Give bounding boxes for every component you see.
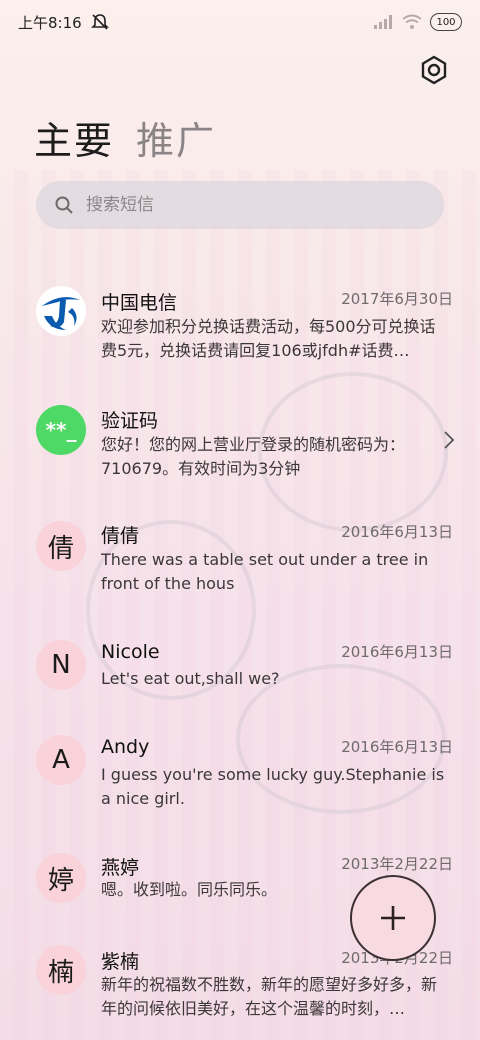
search-icon [55, 196, 73, 214]
new-message-button[interactable] [350, 875, 436, 961]
wifi-icon [402, 14, 422, 29]
message-preview: I guess you're some lucky guy.Stephanie … [101, 765, 445, 808]
tab-primary[interactable]: 主要 [34, 110, 114, 165]
conversation-item[interactable]: 倩 倩倩 2016年6月13日 There was a table set ou… [0, 518, 480, 628]
chevron-right-icon[interactable] [442, 430, 456, 450]
conversation-item[interactable]: A Andy 2016年6月13日 I guess you're some lu… [0, 733, 480, 843]
message-preview: 欢迎参加积分兑换话费活动，每500分可兑换话费5元，兑换话费请回复106或jfd… [101, 317, 436, 360]
contact-name: 燕婷 [101, 857, 140, 879]
contact-avatar: 婷 [36, 853, 86, 903]
message-preview: 新年的祝福数不胜数，新年的愿望好多好多，新年的问候依旧美好，在这个温馨的时刻，… [101, 975, 438, 1018]
message-preview: 您好！您的网上营业厅登录的随机密码为：710679。有效时间为3分钟 [101, 435, 406, 478]
signal-icon [374, 15, 392, 29]
telecom-logo-icon [36, 286, 86, 336]
battery-level: 100 [436, 16, 456, 28]
search-bar[interactable] [36, 181, 444, 229]
contact-name: 紫楠 [101, 951, 140, 973]
plus-icon [381, 906, 405, 930]
message-date: 2017年6月30日 [341, 290, 453, 308]
settings-gear-icon[interactable] [418, 54, 450, 86]
status-time: 上午8:16 [18, 13, 82, 32]
message-preview: Let's eat out,shall we? [101, 669, 280, 688]
battery-icon: 100 [430, 13, 462, 31]
contact-name: Andy [101, 736, 150, 758]
tab-bar: 主要 推广 [34, 110, 216, 165]
message-date: 2016年6月13日 [341, 643, 453, 661]
contact-name: Nicole [101, 641, 160, 663]
contact-avatar: 倩 [36, 521, 86, 571]
conversation-item[interactable]: 中国电信 2017年6月30日 欢迎参加积分兑换话费活动，每500分可兑换话费5… [0, 268, 480, 378]
contact-avatar: N [36, 640, 86, 690]
tab-promotions[interactable]: 推广 [136, 110, 216, 165]
contact-name: 倩倩 [101, 525, 140, 547]
conversation-item[interactable]: **_ 验证码 您好！您的网上营业厅登录的随机密码为：710679。有效时间为3… [0, 398, 480, 508]
verification-code-avatar: **_ [36, 405, 86, 455]
message-date: 2013年2月22日 [341, 855, 453, 873]
contact-name: 验证码 [101, 410, 159, 432]
status-bar: 上午8:16 100 [0, 0, 480, 44]
conversation-item[interactable]: N Nicole 2016年6月13日 Let's eat out,shall … [0, 638, 480, 738]
message-date: 2016年6月13日 [341, 523, 453, 541]
message-date: 2016年6月13日 [341, 738, 453, 756]
message-preview: There was a table set out under a tree i… [101, 550, 429, 593]
status-icons: 100 [374, 13, 462, 31]
contact-avatar: 楠 [36, 945, 86, 995]
contact-avatar: A [36, 735, 86, 785]
contact-name: 中国电信 [101, 292, 178, 314]
search-input[interactable] [86, 195, 406, 215]
mute-bell-icon [90, 14, 109, 30]
